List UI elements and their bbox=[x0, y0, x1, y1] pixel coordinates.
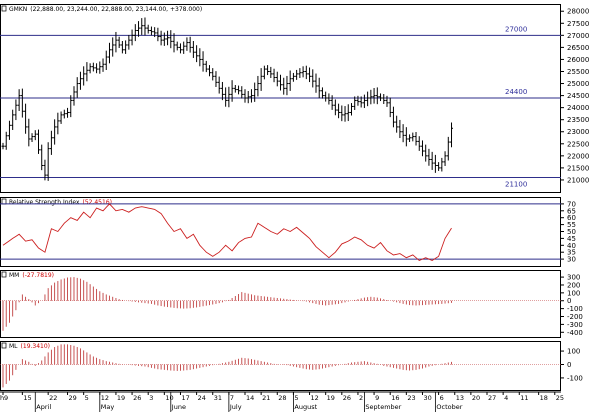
y-tick-label: 60 bbox=[567, 214, 576, 222]
x-tick-label: 19 bbox=[117, 394, 125, 402]
y-tick-label: 25500 bbox=[567, 68, 589, 76]
x-tick-label: 11 bbox=[520, 394, 528, 402]
y-tick-label: 55 bbox=[567, 221, 576, 229]
x-tick-label: 5 bbox=[85, 394, 89, 402]
y-tick-label: 0 bbox=[567, 361, 571, 369]
x-tick-label: 17 bbox=[181, 394, 189, 402]
month-label: August bbox=[294, 403, 317, 411]
panel-title: MM (-27.7819) bbox=[1, 271, 54, 279]
x-tick-label: 21 bbox=[262, 394, 270, 402]
y-tick-label: -300 bbox=[567, 321, 583, 329]
x-tick-label: 14 bbox=[246, 394, 254, 402]
y-tick-label: 100 bbox=[567, 289, 580, 297]
indicator-name: MM bbox=[9, 272, 19, 279]
y-tick-label: 28000 bbox=[567, 8, 589, 16]
y-tick-label: 65 bbox=[567, 207, 576, 215]
panel-title-text: GMKN (22,888.00, 23,244.00, 22,888.00, 23… bbox=[9, 6, 202, 13]
x-tick-label: 28 bbox=[278, 394, 286, 402]
y-tick-label: 21500 bbox=[567, 164, 589, 172]
y-tick-label: 22500 bbox=[567, 140, 589, 148]
x-tick-label: 9 bbox=[375, 394, 379, 402]
indicator-value: (52.4516) bbox=[82, 199, 112, 206]
panel-title-text: MM (-27.7819) bbox=[9, 272, 54, 279]
x-tick-label: 5 bbox=[294, 394, 298, 402]
panel-title-text: Relative Strength Index (52.4516) bbox=[9, 199, 112, 206]
x-tick-label: 16 bbox=[391, 394, 399, 402]
y-tick-label: -400 bbox=[567, 329, 583, 337]
x-tick-label: 19 bbox=[327, 394, 335, 402]
y-tick-label: 30 bbox=[567, 256, 576, 264]
month-label: June bbox=[171, 403, 186, 411]
symbol-name: GMKN bbox=[9, 6, 27, 13]
x-tick-label: 4 bbox=[504, 394, 508, 402]
x-tick-label: 23 bbox=[407, 394, 415, 402]
y-tick-label: 200 bbox=[567, 281, 580, 289]
y-tick-label: -100 bbox=[567, 374, 583, 382]
level-label: 21100 bbox=[505, 181, 527, 189]
y-tick-label: 27000 bbox=[567, 32, 589, 40]
y-tick-label: 45 bbox=[567, 235, 576, 243]
x-tick-label: 12 bbox=[101, 394, 109, 402]
x-tick-label: 2 bbox=[359, 394, 363, 402]
month-label: September bbox=[365, 403, 401, 411]
x-tick-label: 25 bbox=[556, 394, 564, 402]
y-tick-label: 35 bbox=[567, 249, 576, 257]
y-tick-label: 24500 bbox=[567, 92, 589, 100]
x-tick-label: 26 bbox=[343, 394, 351, 402]
x-tick-label: 9 bbox=[4, 394, 8, 402]
y-tick-label: 23500 bbox=[567, 116, 589, 124]
y-tick-label: 50 bbox=[567, 228, 576, 236]
y-tick-label: -100 bbox=[567, 305, 583, 313]
x-tick-label: 22 bbox=[49, 394, 57, 402]
panel-title: GMKN (22,888.00, 23,244.00, 22,888.00, 23… bbox=[1, 5, 202, 13]
month-label: July bbox=[229, 403, 242, 411]
x-tick-label: 27 bbox=[488, 394, 496, 402]
x-tick-label: 29 bbox=[69, 394, 77, 402]
x-tick-label: 12 bbox=[311, 394, 319, 402]
panel-title: ML (19.3410) bbox=[1, 342, 50, 350]
x-tick-label: 24 bbox=[198, 394, 206, 402]
level-label: 27000 bbox=[505, 25, 527, 33]
x-tick-label: 26 bbox=[133, 394, 141, 402]
y-tick-label: 26500 bbox=[567, 44, 589, 52]
y-tick-label: 25000 bbox=[567, 80, 589, 88]
indicator-value: (19.3410) bbox=[21, 343, 51, 350]
x-tick-label: 31 bbox=[214, 394, 222, 402]
y-tick-label: -200 bbox=[567, 313, 583, 321]
quote-values: (22,888.00, 23,244.00, 22,888.00, 23,144… bbox=[30, 6, 202, 13]
y-tick-label: 70 bbox=[567, 200, 576, 208]
y-tick-label: 26000 bbox=[567, 56, 589, 64]
y-tick-label: 300 bbox=[567, 274, 580, 282]
x-tick-label: 18 bbox=[540, 394, 548, 402]
x-tick-label: 30 bbox=[423, 394, 431, 402]
y-tick-label: 27500 bbox=[567, 20, 589, 28]
y-tick-label: 24000 bbox=[567, 104, 589, 112]
indicator-name: Relative Strength Index bbox=[9, 199, 80, 206]
month-label: April bbox=[36, 403, 51, 411]
chart-canvas: 2100021500220002250023000235002400024500… bbox=[0, 0, 590, 414]
x-tick-label: 20 bbox=[472, 394, 480, 402]
y-tick-label: 22000 bbox=[567, 152, 589, 160]
y-tick-label: 21000 bbox=[567, 176, 589, 184]
y-tick-label: 23000 bbox=[567, 128, 589, 136]
level-label: 24400 bbox=[505, 88, 527, 96]
x-tick-label: 7 bbox=[230, 394, 234, 402]
x-tick-label: 10 bbox=[165, 394, 173, 402]
x-tick-label: 13 bbox=[456, 394, 464, 402]
indicator-name: ML bbox=[9, 343, 18, 350]
month-label: May bbox=[101, 403, 115, 411]
y-tick-label: 100 bbox=[567, 348, 580, 356]
month-label: October bbox=[436, 403, 462, 411]
panel-title-text: ML (19.3410) bbox=[9, 343, 50, 350]
x-tick-label: 6 bbox=[440, 394, 444, 402]
x-tick-label: 3 bbox=[149, 394, 153, 402]
background bbox=[0, 0, 590, 414]
y-tick-label: 0 bbox=[567, 297, 571, 305]
x-tick-label: 15 bbox=[23, 394, 31, 402]
y-tick-label: 40 bbox=[567, 242, 576, 250]
indicator-value: (-27.7819) bbox=[22, 272, 54, 279]
panel-title: Relative Strength Index (52.4516) bbox=[1, 198, 112, 206]
